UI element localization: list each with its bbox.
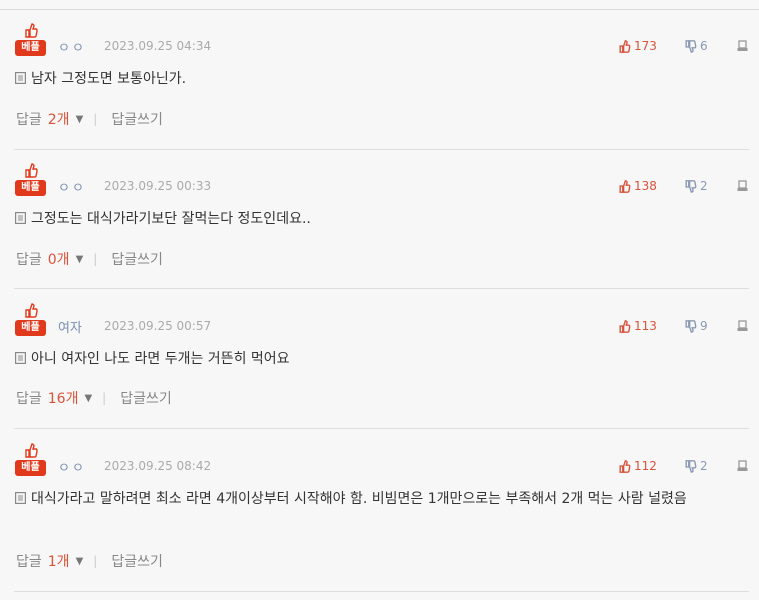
comment-date: 2023.09.25 04:34 bbox=[104, 39, 212, 53]
comment-item: 베플 여자 2023.09.25 00:57 113 9 아니 여자인 나도 라… bbox=[0, 290, 759, 430]
thumbs-up-icon bbox=[619, 179, 631, 193]
write-reply-button[interactable]: 답글쓰기 bbox=[111, 109, 163, 129]
best-label: 베플 bbox=[15, 320, 46, 336]
thumbs-up-icon bbox=[25, 23, 38, 38]
reply-count[interactable]: 16개 bbox=[48, 388, 79, 408]
comment-date: 2023.09.25 00:57 bbox=[104, 319, 212, 333]
comment-separator bbox=[14, 288, 749, 289]
document-icon bbox=[15, 352, 26, 364]
write-reply-button[interactable]: 답글쓰기 bbox=[111, 249, 163, 269]
reply-count[interactable]: 1개 bbox=[48, 551, 70, 571]
thumbs-down-icon bbox=[685, 319, 697, 333]
divider: | bbox=[93, 554, 98, 568]
best-badge: 베플 bbox=[15, 443, 46, 476]
comment-text: 그정도는 대식가라기보단 잘먹는다 정도인데요.. bbox=[15, 208, 743, 230]
author-name[interactable]: ㅇㅇ bbox=[58, 457, 86, 476]
caret-down-icon[interactable]: ▼ bbox=[76, 556, 84, 567]
document-icon bbox=[15, 212, 26, 224]
comment-item: 베플 ㅇㅇ 2023.09.25 04:34 173 6 남자 그정도면 보통아… bbox=[0, 10, 759, 150]
report-icon[interactable] bbox=[737, 460, 748, 472]
write-reply-button[interactable]: 답글쓰기 bbox=[120, 388, 172, 408]
downvote-count: 6 bbox=[700, 39, 708, 53]
comment-body: 그정도는 대식가라기보단 잘먹는다 정도인데요.. bbox=[31, 211, 311, 227]
best-badge: 베플 bbox=[15, 163, 46, 196]
caret-down-icon[interactable]: ▼ bbox=[84, 393, 92, 404]
best-label: 베플 bbox=[15, 40, 46, 56]
comment-text: 아니 여자인 나도 라면 두개는 거뜬히 먹어요 bbox=[15, 348, 743, 370]
downvote-button[interactable]: 9 bbox=[684, 319, 708, 333]
comment-date: 2023.09.25 00:33 bbox=[104, 179, 212, 193]
best-label: 베플 bbox=[15, 180, 46, 196]
write-reply-button[interactable]: 답글쓰기 bbox=[111, 551, 163, 571]
divider: | bbox=[102, 391, 107, 405]
document-icon bbox=[15, 72, 26, 84]
downvote-button[interactable]: 6 bbox=[684, 39, 708, 53]
reply-bar: 답글 0개 ▼ | 답글쓰기 bbox=[16, 249, 163, 269]
upvote-button[interactable]: 112 bbox=[618, 459, 657, 473]
thumbs-up-icon bbox=[25, 443, 38, 458]
comment-body: 대식가라고 말하려면 최소 라면 4개이상부터 시작해야 함. 비빔면은 1개만… bbox=[31, 491, 687, 507]
document-icon bbox=[15, 492, 26, 504]
best-label: 베플 bbox=[15, 460, 46, 476]
comment-item: 베플 ㅇㅇ 2023.09.25 08:42 112 2 대식가라고 말하려면 … bbox=[0, 430, 759, 600]
upvote-count: 112 bbox=[634, 459, 657, 473]
thumbs-up-icon bbox=[25, 303, 38, 318]
best-badge: 베플 bbox=[15, 23, 46, 56]
divider: | bbox=[93, 112, 98, 126]
reply-bar: 답글 16개 ▼ | 답글쓰기 bbox=[16, 388, 172, 408]
thumbs-down-icon bbox=[685, 39, 697, 53]
reply-label[interactable]: 답글 bbox=[16, 249, 42, 269]
comment-separator bbox=[14, 428, 749, 429]
downvote-count: 9 bbox=[700, 319, 708, 333]
comment-date: 2023.09.25 08:42 bbox=[104, 459, 212, 473]
reply-label[interactable]: 답글 bbox=[16, 551, 42, 571]
upvote-count: 138 bbox=[634, 179, 657, 193]
report-icon[interactable] bbox=[737, 40, 748, 52]
downvote-count: 2 bbox=[700, 459, 708, 473]
divider: | bbox=[93, 252, 98, 266]
reply-label[interactable]: 답글 bbox=[16, 109, 42, 129]
comment-text: 남자 그정도면 보통아닌가. bbox=[15, 68, 743, 90]
downvote-button[interactable]: 2 bbox=[684, 459, 708, 473]
author-name[interactable]: ㅇㅇ bbox=[58, 37, 86, 56]
thumbs-up-icon bbox=[619, 459, 631, 473]
upvote-button[interactable]: 138 bbox=[618, 179, 657, 193]
comment-body: 아니 여자인 나도 라면 두개는 거뜬히 먹어요 bbox=[31, 351, 290, 367]
reply-bar: 답글 2개 ▼ | 답글쓰기 bbox=[16, 109, 163, 129]
author-name[interactable]: ㅇㅇ bbox=[58, 177, 86, 196]
report-icon[interactable] bbox=[737, 320, 748, 332]
downvote-button[interactable]: 2 bbox=[684, 179, 708, 193]
upvote-count: 173 bbox=[634, 39, 657, 53]
reply-bar: 답글 1개 ▼ | 답글쓰기 bbox=[16, 551, 163, 571]
upvote-count: 113 bbox=[634, 319, 657, 333]
best-badge: 베플 bbox=[15, 303, 46, 336]
upvote-button[interactable]: 113 bbox=[618, 319, 657, 333]
thumbs-down-icon bbox=[685, 459, 697, 473]
thumbs-up-icon bbox=[619, 319, 631, 333]
comment-separator bbox=[14, 591, 749, 592]
thumbs-down-icon bbox=[685, 179, 697, 193]
comment-text: 대식가라고 말하려면 최소 라면 4개이상부터 시작해야 함. 비빔면은 1개만… bbox=[15, 488, 743, 510]
thumbs-up-icon bbox=[25, 163, 38, 178]
thumbs-up-icon bbox=[619, 39, 631, 53]
reply-count[interactable]: 0개 bbox=[48, 249, 70, 269]
comment-body: 남자 그정도면 보통아닌가. bbox=[31, 71, 187, 87]
upvote-button[interactable]: 173 bbox=[618, 39, 657, 53]
caret-down-icon[interactable]: ▼ bbox=[76, 254, 84, 265]
reply-count[interactable]: 2개 bbox=[48, 109, 70, 129]
downvote-count: 2 bbox=[700, 179, 708, 193]
reply-label[interactable]: 답글 bbox=[16, 388, 42, 408]
comment-item: 베플 ㅇㅇ 2023.09.25 00:33 138 2 그정도는 대식가라기보… bbox=[0, 150, 759, 290]
caret-down-icon[interactable]: ▼ bbox=[76, 114, 84, 125]
report-icon[interactable] bbox=[737, 180, 748, 192]
author-name[interactable]: 여자 bbox=[58, 317, 82, 336]
